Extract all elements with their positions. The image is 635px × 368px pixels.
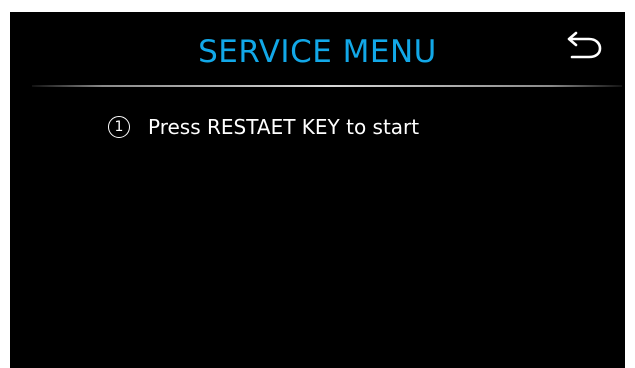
- page-title: SERVICE MENU: [198, 34, 437, 70]
- back-button[interactable]: [560, 26, 610, 68]
- header-divider: [32, 85, 622, 87]
- step-number: 1: [108, 116, 130, 138]
- instruction-step: 1 Press RESTAET KEY to start: [108, 114, 419, 140]
- back-arrow-icon: [565, 28, 605, 67]
- service-menu-screen: SERVICE MENU 1 Press RESTAET KEY to star…: [10, 12, 625, 368]
- instruction-text: Press RESTAET KEY to start: [148, 115, 420, 139]
